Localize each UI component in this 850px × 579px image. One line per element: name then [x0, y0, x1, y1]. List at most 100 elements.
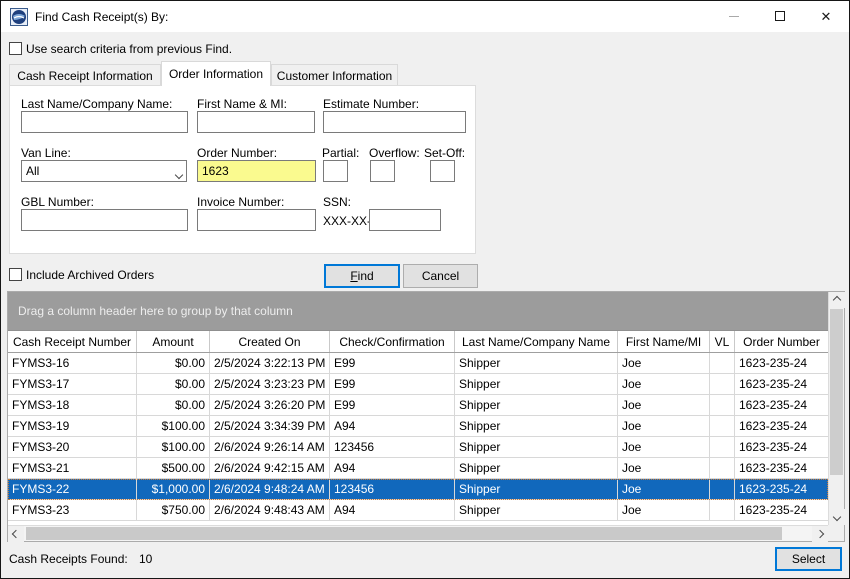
grid-cell[interactable]: 2/5/2024 3:26:20 PM	[210, 395, 330, 415]
grid-cell[interactable]: $0.00	[137, 374, 210, 394]
grid-cell[interactable]: $0.00	[137, 353, 210, 373]
grid-cell[interactable]: E99	[330, 353, 455, 373]
grid-cell[interactable]: Joe	[618, 437, 710, 457]
grid-cell[interactable]: FYMS3-23	[8, 500, 137, 520]
grid-cell[interactable]: 1623-235-24	[735, 479, 828, 499]
find-button[interactable]: Find	[324, 264, 400, 288]
set-off-input[interactable]	[430, 160, 455, 182]
grid-cell[interactable]: A94	[330, 416, 455, 436]
grid-cell[interactable]: 2/5/2024 3:22:13 PM	[210, 353, 330, 373]
grid-cell[interactable]: A94	[330, 500, 455, 520]
grid-cell[interactable]: 2/6/2024 9:42:15 AM	[210, 458, 330, 478]
grid-cell[interactable]: Joe	[618, 395, 710, 415]
column-header[interactable]: Check/Confirmation	[330, 331, 455, 352]
grid-cell[interactable]: 1623-235-24	[735, 458, 828, 478]
grid-cell[interactable]: Joe	[618, 458, 710, 478]
grid-cell[interactable]	[710, 437, 735, 457]
grid-cell[interactable]: E99	[330, 395, 455, 415]
scroll-up-button[interactable]	[829, 292, 845, 308]
grid-cell[interactable]	[710, 479, 735, 499]
use-previous-criteria-checkbox[interactable]	[9, 42, 22, 55]
grid-cell[interactable]: 1623-235-24	[735, 353, 828, 373]
grid-cell[interactable]: Shipper	[455, 437, 618, 457]
grid-cell[interactable]: 2/6/2024 9:48:24 AM	[210, 479, 330, 499]
grid-cell[interactable]: $750.00	[137, 500, 210, 520]
grid-cell[interactable]: 1623-235-24	[735, 416, 828, 436]
grid-cell[interactable]: 1623-235-24	[735, 374, 828, 394]
grid-cell[interactable]: Shipper	[455, 479, 618, 499]
table-row[interactable]: FYMS3-20$100.002/6/2024 9:26:14 AM123456…	[8, 437, 828, 458]
column-header[interactable]: Amount	[137, 331, 210, 352]
horizontal-scroll-thumb[interactable]	[26, 527, 782, 540]
table-row[interactable]: FYMS3-16$0.002/5/2024 3:22:13 PME99Shipp…	[8, 353, 828, 374]
grid-cell[interactable]: FYMS3-22	[8, 479, 137, 499]
grid-cell[interactable]: Shipper	[455, 395, 618, 415]
grid-cell[interactable]: Joe	[618, 479, 710, 499]
grid-cell[interactable]: FYMS3-19	[8, 416, 137, 436]
first-name-input[interactable]	[197, 111, 315, 133]
grid-cell[interactable]: FYMS3-18	[8, 395, 137, 415]
grid-cell[interactable]: Joe	[618, 416, 710, 436]
grid-cell[interactable]: 123456	[330, 437, 455, 457]
column-header[interactable]: Order Number	[735, 331, 829, 352]
tab-order-information[interactable]: Order Information	[161, 61, 271, 86]
minimize-button[interactable]	[711, 1, 757, 31]
grid-cell[interactable]: 2/6/2024 9:26:14 AM	[210, 437, 330, 457]
grid-cell[interactable]: FYMS3-20	[8, 437, 137, 457]
table-row[interactable]: FYMS3-17$0.002/5/2024 3:23:23 PME99Shipp…	[8, 374, 828, 395]
grid-cell[interactable]	[710, 353, 735, 373]
grid-cell[interactable]: $100.00	[137, 437, 210, 457]
scroll-right-button[interactable]	[812, 526, 828, 542]
table-row[interactable]: FYMS3-18$0.002/5/2024 3:26:20 PME99Shipp…	[8, 395, 828, 416]
grid-cell[interactable]: Joe	[618, 500, 710, 520]
grid-cell[interactable]	[710, 458, 735, 478]
grid-cell[interactable]: 1623-235-24	[735, 437, 828, 457]
grid-cell[interactable]	[710, 416, 735, 436]
last-name-input[interactable]	[21, 111, 188, 133]
grid-cell[interactable]: 1623-235-24	[735, 395, 828, 415]
grid-cell[interactable]: E99	[330, 374, 455, 394]
column-header[interactable]: Created On	[210, 331, 330, 352]
grid-cell[interactable]: FYMS3-16	[8, 353, 137, 373]
grid-cell[interactable]	[710, 395, 735, 415]
grid-cell[interactable]: A94	[330, 458, 455, 478]
select-button[interactable]: Select	[775, 547, 842, 571]
grid-cell[interactable]: 2/5/2024 3:23:23 PM	[210, 374, 330, 394]
grid-cell[interactable]: Joe	[618, 374, 710, 394]
table-row[interactable]: FYMS3-19$100.002/5/2024 3:34:39 PMA94Shi…	[8, 416, 828, 437]
grid-cell[interactable]: Shipper	[455, 416, 618, 436]
grid-cell[interactable]: $100.00	[137, 416, 210, 436]
invoice-number-input[interactable]	[197, 209, 316, 231]
grid-cell[interactable]: 123456	[330, 479, 455, 499]
order-number-input[interactable]	[197, 160, 316, 182]
grid-cell[interactable]: 1623-235-24	[735, 500, 828, 520]
vertical-scrollbar[interactable]	[828, 292, 844, 525]
partial-input[interactable]	[323, 160, 348, 182]
ssn-input[interactable]	[369, 209, 441, 231]
tab-cash-receipt-information[interactable]: Cash Receipt Information	[9, 64, 161, 86]
table-row[interactable]: FYMS3-21$500.002/6/2024 9:42:15 AMA94Shi…	[8, 458, 828, 479]
grid-cell[interactable]: 2/5/2024 3:34:39 PM	[210, 416, 330, 436]
grid-cell[interactable]: 2/6/2024 9:48:43 AM	[210, 500, 330, 520]
include-archived-orders-checkbox[interactable]	[9, 268, 22, 281]
grid-cell[interactable]: Shipper	[455, 374, 618, 394]
vertical-scroll-thumb[interactable]	[830, 309, 843, 475]
grid-cell[interactable]: Shipper	[455, 458, 618, 478]
column-header[interactable]: VL	[710, 331, 735, 352]
group-by-bar[interactable]: Drag a column header here to group by th…	[8, 292, 828, 331]
table-row[interactable]: FYMS3-22$1,000.002/6/2024 9:48:24 AM1234…	[8, 479, 828, 500]
grid-cell[interactable]: Shipper	[455, 500, 618, 520]
grid-cell[interactable]	[710, 500, 735, 520]
grid-cell[interactable]	[710, 374, 735, 394]
scroll-down-button[interactable]	[829, 509, 845, 525]
grid-cell[interactable]: FYMS3-21	[8, 458, 137, 478]
grid-cell[interactable]: Joe	[618, 353, 710, 373]
column-header[interactable]: Cash Receipt Number	[8, 331, 137, 352]
cancel-button[interactable]: Cancel	[403, 264, 478, 288]
van-line-select[interactable]: All	[21, 160, 187, 182]
close-button[interactable]: ✕	[803, 1, 849, 31]
grid-cell[interactable]: Shipper	[455, 353, 618, 373]
overflow-input[interactable]	[370, 160, 395, 182]
grid-cell[interactable]: $0.00	[137, 395, 210, 415]
grid-cell[interactable]: $1,000.00	[137, 479, 210, 499]
